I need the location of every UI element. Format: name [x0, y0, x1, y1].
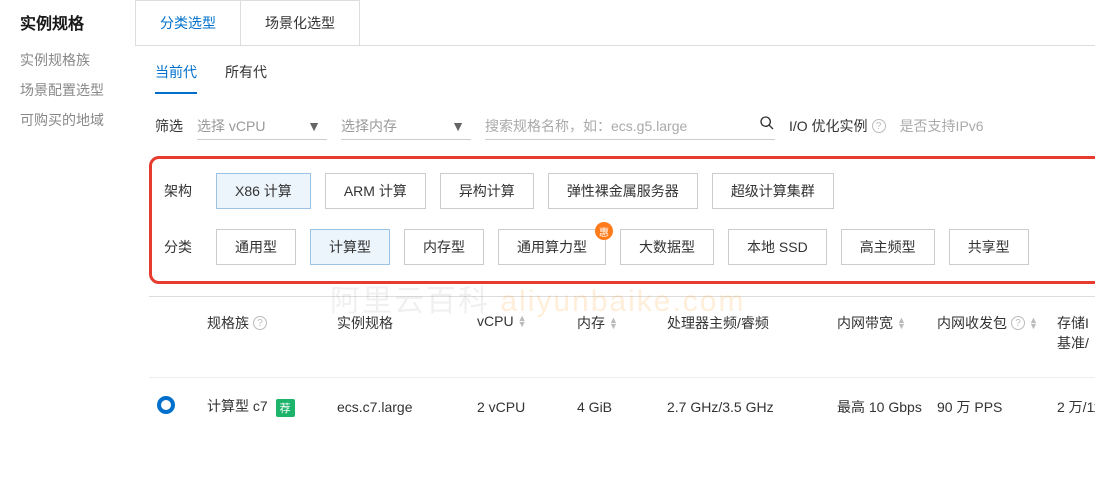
- cat-option-general[interactable]: 通用型: [216, 229, 296, 265]
- tab-category-select[interactable]: 分类选型: [135, 0, 241, 45]
- memory-select-placeholder: 选择内存: [341, 116, 397, 136]
- cat-option-universal[interactable]: 通用算力型 惠: [498, 229, 606, 265]
- subtab-current-gen[interactable]: 当前代: [155, 62, 197, 94]
- th-pps[interactable]: 内网收发包?▲▼: [929, 297, 1049, 378]
- sidebar: 实例规格 实例规格族 场景配置选型 可购买的地域: [0, 0, 135, 500]
- arch-row: 架构 X86 计算 ARM 计算 异构计算 弹性裸金属服务器 超级计算集群: [164, 173, 1095, 209]
- th-mem[interactable]: 内存▲▼: [569, 297, 659, 378]
- ipv6-filter-label[interactable]: 是否支持IPv6: [900, 116, 984, 136]
- filter-row: 筛选 选择 vCPU ▼ 选择内存 ▼ I/O 优化实例 ? 是否支持IPv6: [135, 94, 1095, 150]
- tab-scene-select[interactable]: 场景化选型: [240, 0, 360, 45]
- sort-icon[interactable]: ▲▼: [609, 317, 618, 329]
- search-input[interactable]: [485, 118, 751, 134]
- main-content: 分类选型 场景化选型 当前代 所有代 筛选 选择 vCPU ▼ 选择内存 ▼: [135, 0, 1095, 500]
- th-family[interactable]: 规格族?: [199, 297, 329, 378]
- arch-option-hetero[interactable]: 异构计算: [440, 173, 534, 209]
- arch-option-x86[interactable]: X86 计算: [216, 173, 311, 209]
- chevron-down-icon: ▼: [451, 118, 465, 134]
- vcpu-select-placeholder: 选择 vCPU: [197, 116, 265, 136]
- sub-tabs: 当前代 所有代: [135, 46, 1095, 94]
- th-cpu: 处理器主频/睿频: [659, 297, 829, 378]
- cat-option-shared[interactable]: 共享型: [949, 229, 1029, 265]
- help-icon[interactable]: ?: [253, 316, 267, 330]
- sidebar-item-region[interactable]: 可购买的地域: [20, 110, 115, 130]
- table-row[interactable]: 计算型 c7 荐 ecs.c7.large 2 vCPU 4 GiB 2.7 G…: [149, 378, 1095, 436]
- top-tabs: 分类选型 场景化选型: [135, 0, 1095, 46]
- th-storage: 存储I基准/: [1049, 297, 1095, 378]
- th-spec: 实例规格: [329, 297, 469, 378]
- sort-icon[interactable]: ▲▼: [518, 315, 527, 327]
- cell-mem: 4 GiB: [569, 378, 659, 436]
- discount-badge: 惠: [595, 222, 613, 240]
- row-radio[interactable]: [157, 396, 175, 414]
- cell-cpu: 2.7 GHz/3.5 GHz: [659, 378, 829, 436]
- cat-option-compute[interactable]: 计算型: [310, 229, 390, 265]
- search-box[interactable]: [485, 112, 775, 140]
- cell-family: 计算型 c7 荐: [199, 378, 329, 436]
- cell-pps: 90 万 PPS: [929, 378, 1049, 436]
- subtab-all-gen[interactable]: 所有代: [225, 62, 267, 94]
- category-row: 分类 通用型 计算型 内存型 通用算力型 惠 大数据型 本地 SSD 高主频型 …: [164, 229, 1095, 265]
- cat-option-localssd[interactable]: 本地 SSD: [728, 229, 827, 265]
- th-vcpu[interactable]: vCPU▲▼: [469, 297, 569, 378]
- cell-spec: ecs.c7.large: [329, 378, 469, 436]
- cat-option-memory[interactable]: 内存型: [404, 229, 484, 265]
- category-label: 分类: [164, 237, 196, 257]
- vcpu-select[interactable]: 选择 vCPU ▼: [197, 112, 327, 140]
- cell-storage: 2 万/11: [1049, 378, 1095, 436]
- recommended-badge: 荐: [276, 399, 295, 417]
- cat-option-bigdata[interactable]: 大数据型: [620, 229, 714, 265]
- instance-table: 规格族? 实例规格 vCPU▲▼ 内存▲▼ 处理器主频/睿频 内网带宽▲▼: [149, 296, 1095, 435]
- arch-option-hpc[interactable]: 超级计算集群: [712, 173, 834, 209]
- chevron-down-icon: ▼: [307, 118, 321, 134]
- io-optimized-label: I/O 优化实例 ?: [789, 116, 886, 136]
- cell-vcpu: 2 vCPU: [469, 378, 569, 436]
- sidebar-item-scene[interactable]: 场景配置选型: [20, 80, 115, 100]
- filter-label: 筛选: [155, 116, 183, 136]
- sidebar-title: 实例规格: [20, 10, 115, 34]
- arch-label: 架构: [164, 181, 196, 201]
- cat-option-highfreq[interactable]: 高主频型: [841, 229, 935, 265]
- cell-bw: 最高 10 Gbps: [829, 378, 929, 436]
- arch-option-baremetal[interactable]: 弹性裸金属服务器: [548, 173, 698, 209]
- sort-icon[interactable]: ▲▼: [897, 317, 906, 329]
- sidebar-item-family[interactable]: 实例规格族: [20, 50, 115, 70]
- memory-select[interactable]: 选择内存 ▼: [341, 112, 471, 140]
- help-icon[interactable]: ?: [872, 119, 886, 133]
- th-bw[interactable]: 内网带宽▲▼: [829, 297, 929, 378]
- search-icon[interactable]: [759, 115, 775, 136]
- table-header: 规格族? 实例规格 vCPU▲▼ 内存▲▼ 处理器主频/睿频 内网带宽▲▼: [149, 297, 1095, 378]
- help-icon[interactable]: ?: [1011, 316, 1025, 330]
- arch-category-panel: 架构 X86 计算 ARM 计算 异构计算 弹性裸金属服务器 超级计算集群 分类…: [149, 156, 1095, 284]
- sort-icon[interactable]: ▲▼: [1029, 317, 1038, 329]
- arch-option-arm[interactable]: ARM 计算: [325, 173, 426, 209]
